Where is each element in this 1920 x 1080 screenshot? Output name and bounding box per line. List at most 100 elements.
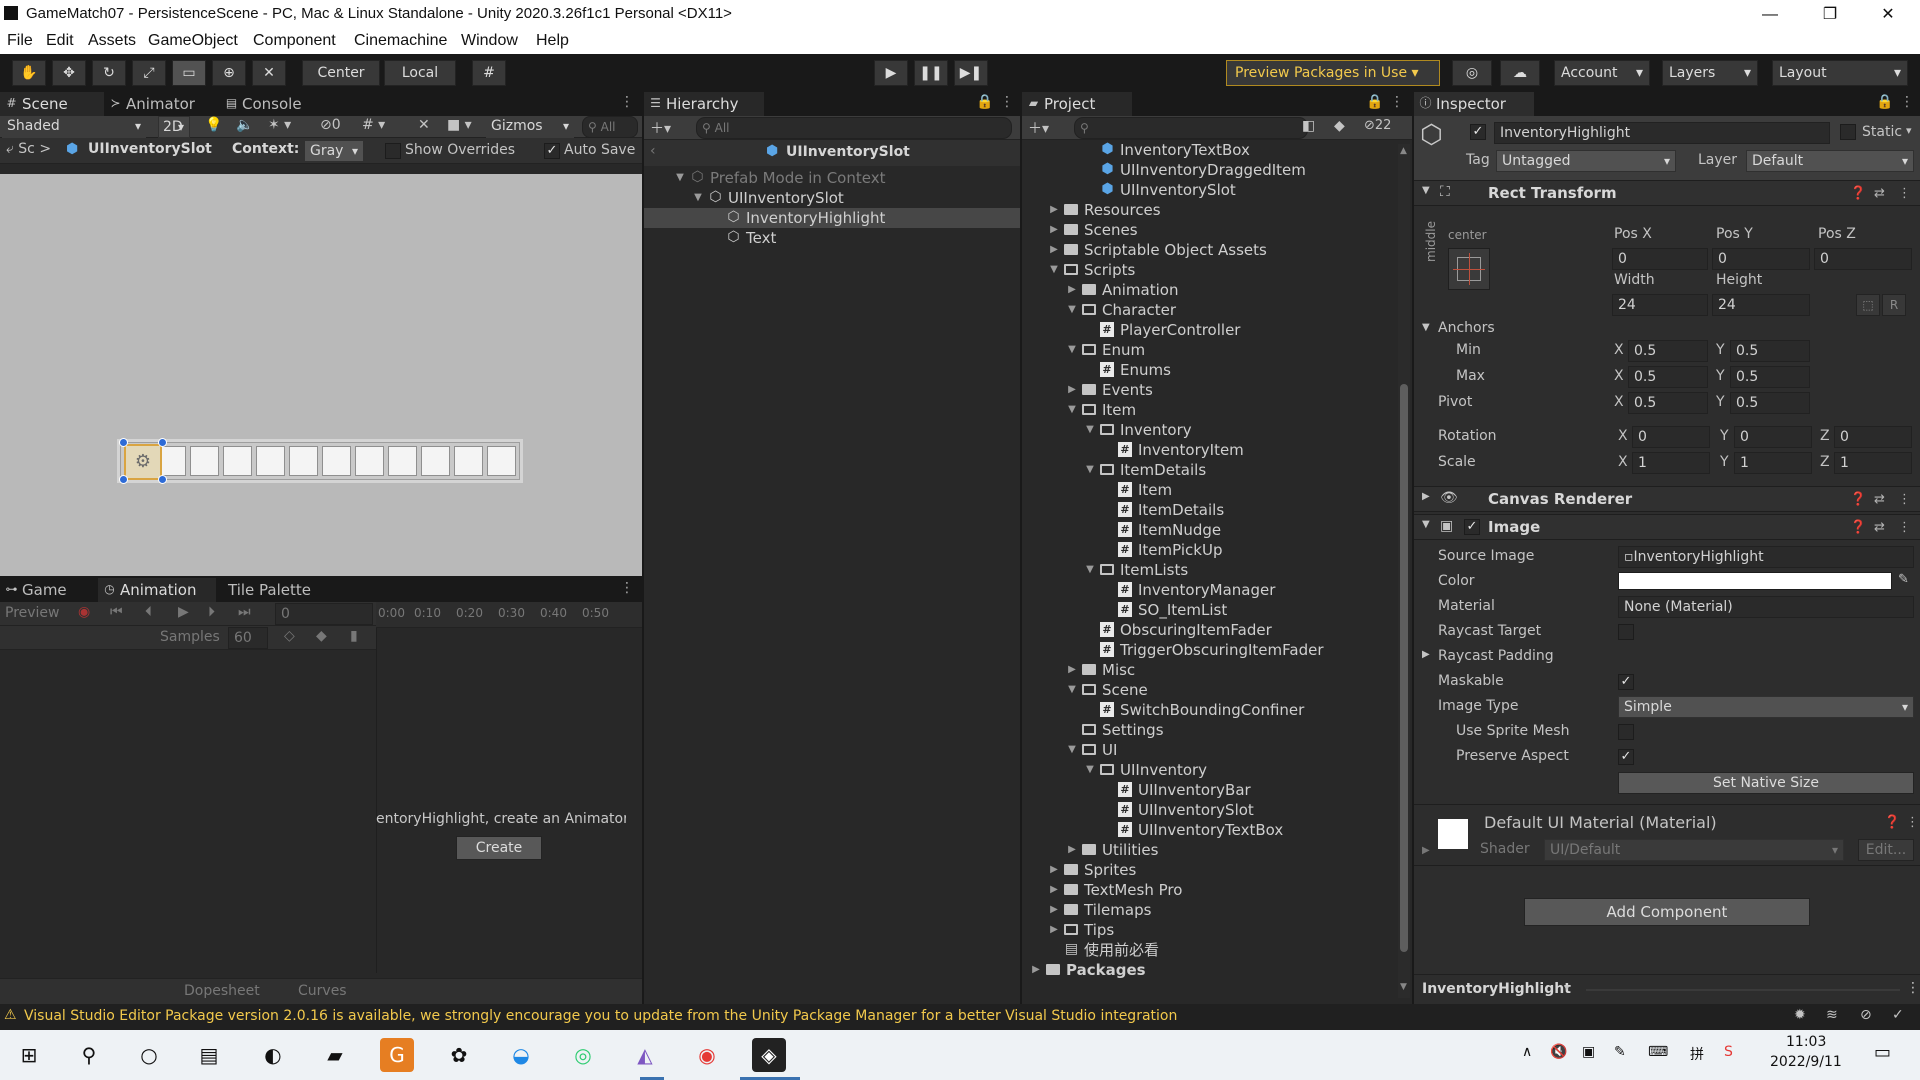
collapsed-arrow-icon[interactable]: ▶	[1048, 220, 1060, 240]
scroll-thumb[interactable]	[1400, 384, 1408, 952]
shader-dropdown[interactable]: UI/Default	[1544, 839, 1844, 861]
tree-row[interactable]: # UIInventoryBar	[1022, 780, 1398, 800]
pivot-y-input[interactable]: 0.5	[1730, 392, 1810, 414]
scroll-down-icon[interactable]: ▼	[1400, 982, 1408, 992]
steam-icon[interactable]: ◐	[256, 1038, 290, 1072]
cortana-icon[interactable]: ○	[132, 1038, 166, 1072]
tree-row[interactable]: ▼ Item	[1022, 400, 1398, 420]
tree-row[interactable]: # Item	[1022, 480, 1398, 500]
pivot-x-input[interactable]: 0.5	[1628, 392, 1708, 414]
color-swatch[interactable]	[1618, 572, 1892, 590]
collapsed-arrow-icon[interactable]: ▶	[1048, 920, 1060, 940]
static-dropdown-icon[interactable]: ▾	[1906, 124, 1912, 137]
min-x-input[interactable]: 0.5	[1628, 340, 1708, 362]
tree-row[interactable]: # InventoryManager	[1022, 580, 1398, 600]
restore-icon[interactable]: ❐	[1805, 2, 1855, 28]
tree-row[interactable]: # ObscuringItemFader	[1022, 620, 1398, 640]
tree-row[interactable]: ⬢ UIInventorySlot	[1022, 180, 1398, 200]
samples-input[interactable]: 60	[228, 627, 268, 649]
grid-toggle-icon[interactable]: # ▾	[362, 117, 385, 133]
max-x-input[interactable]: 0.5	[1628, 366, 1708, 388]
step-button[interactable]: ▶❚	[954, 60, 988, 86]
material-collapse-icon[interactable]: ▶	[1422, 845, 1430, 856]
canvas-presets-icon[interactable]: ⇄	[1874, 492, 1885, 507]
tab-animation[interactable]: ◷ Animation	[98, 578, 216, 602]
expanded-arrow-icon[interactable]: ▼	[1066, 680, 1078, 700]
height-input[interactable]: 24	[1712, 294, 1810, 316]
tab-hierarchy[interactable]: ☰ Hierarchy	[644, 92, 764, 116]
rect-handle-tr[interactable]	[158, 438, 167, 447]
object-name-input[interactable]: InventoryHighlight	[1494, 122, 1830, 144]
material-menu-icon[interactable]: ⋮	[1906, 815, 1919, 830]
expanded-arrow-icon[interactable]: ▼	[1084, 560, 1096, 580]
collapsed-arrow-icon[interactable]: ▶	[1066, 380, 1078, 400]
curves-tab[interactable]: Curves	[298, 983, 347, 999]
filter-type-icon[interactable]: ◧	[1302, 118, 1315, 134]
preview-dropdown-icon[interactable]: ▾	[1564, 981, 1570, 994]
menu-gameobject[interactable]: GameObject	[148, 32, 238, 50]
width-input[interactable]: 24	[1612, 294, 1708, 316]
project-lock-icon[interactable]: 🔒	[1366, 94, 1383, 110]
tree-row[interactable]: ▶ Tilemaps	[1022, 900, 1398, 920]
animation-menu-icon[interactable]: ⋮	[620, 580, 634, 596]
rect-presets-icon[interactable]: ⇄	[1874, 186, 1885, 201]
tree-row[interactable]: ▼ Enum	[1022, 340, 1398, 360]
tab-scene[interactable]: # Scene	[0, 92, 104, 116]
collapsed-arrow-icon[interactable]: ▶	[1066, 840, 1078, 860]
project-search-input[interactable]: ⚲	[1074, 117, 1308, 139]
tree-row[interactable]: # ItemPickUp	[1022, 540, 1398, 560]
active-checkbox[interactable]: ✓	[1470, 124, 1486, 140]
expanded-arrow-icon[interactable]: ▼	[1084, 420, 1096, 440]
tree-row[interactable]: ▶ Sprites	[1022, 860, 1398, 880]
tree-row[interactable]: ▶ Events	[1022, 380, 1398, 400]
scene-menu-icon[interactable]: ⋮	[620, 94, 634, 110]
rot-z-input[interactable]: 0	[1834, 426, 1912, 448]
volume-icon[interactable]: 🔇	[1550, 1044, 1567, 1060]
tray-chevron-icon[interactable]: ∧	[1522, 1044, 1532, 1060]
anchor-presets-button[interactable]	[1448, 248, 1490, 290]
rect-handle-tl[interactable]	[119, 438, 128, 447]
tree-row[interactable]: ▼ UI	[1022, 740, 1398, 760]
tree-row[interactable]: ▼ ItemDetails	[1022, 460, 1398, 480]
custom-tool-icon[interactable]: ✕	[252, 60, 286, 86]
frame-input[interactable]: 0	[275, 603, 373, 625]
source-image-field[interactable]: ▫InventoryHighlight	[1618, 546, 1914, 568]
taskbar-search-icon[interactable]: ⚲	[72, 1038, 106, 1072]
task-view-icon[interactable]: ▤	[192, 1038, 226, 1072]
menu-file[interactable]: File	[7, 32, 33, 50]
expanded-arrow-icon[interactable]: ▼	[1066, 340, 1078, 360]
back-arrow-icon[interactable]: ‹	[650, 143, 656, 159]
canvas-renderer-collapse-icon[interactable]: ▶	[1422, 491, 1430, 502]
collapsed-arrow-icon[interactable]: ▶	[1048, 900, 1060, 920]
scale-tool-icon[interactable]: ⤢	[132, 60, 166, 86]
pivot-local-button[interactable]: Local	[384, 60, 456, 86]
tree-row[interactable]: ▶ Tips	[1022, 920, 1398, 940]
tree-row[interactable]: ▼ Scripts	[1022, 260, 1398, 280]
inspector-lock-icon[interactable]: 🔒	[1876, 94, 1893, 110]
pos-z-input[interactable]: 0	[1814, 248, 1912, 270]
pause-button[interactable]: ❚❚	[914, 60, 948, 86]
menu-window[interactable]: Window	[461, 32, 518, 50]
chrome-icon[interactable]: ◉	[690, 1038, 724, 1072]
lock-icon[interactable]: 🔒	[976, 94, 993, 110]
tree-row[interactable]: # TriggerObscuringItemFader	[1022, 640, 1398, 660]
keyboard-icon[interactable]: ⌨	[1648, 1044, 1668, 1060]
color-picker-app-icon[interactable]: ✿	[442, 1038, 476, 1072]
rect-handle-br[interactable]	[158, 475, 167, 484]
move-tool-icon[interactable]: ✥	[52, 60, 86, 86]
breadcrumb[interactable]: ⤶ Sc >	[6, 141, 51, 157]
breadcrumb-item[interactable]: UIInventorySlot	[88, 141, 212, 157]
tree-row[interactable]: ▶ Resources	[1022, 200, 1398, 220]
tab-project[interactable]: ▰ Project	[1022, 92, 1132, 116]
cloud-icon[interactable]: ☁	[1500, 60, 1540, 86]
show-overrides-checkbox[interactable]	[385, 143, 401, 159]
tree-row[interactable]: # UIInventorySlot	[1022, 800, 1398, 820]
add-keyframe-icon[interactable]: ◇	[284, 628, 295, 644]
pos-y-input[interactable]: 0	[1712, 248, 1810, 270]
raycast-padding-collapse-icon[interactable]: ▶	[1422, 649, 1430, 660]
collapsed-arrow-icon[interactable]: ▶	[1048, 240, 1060, 260]
add-key-icon[interactable]: ◆	[316, 628, 327, 644]
app-g-icon[interactable]: G	[380, 1038, 414, 1072]
inspector-menu-icon[interactable]: ⋮	[1900, 94, 1914, 110]
preview-label[interactable]: Preview	[5, 605, 60, 621]
